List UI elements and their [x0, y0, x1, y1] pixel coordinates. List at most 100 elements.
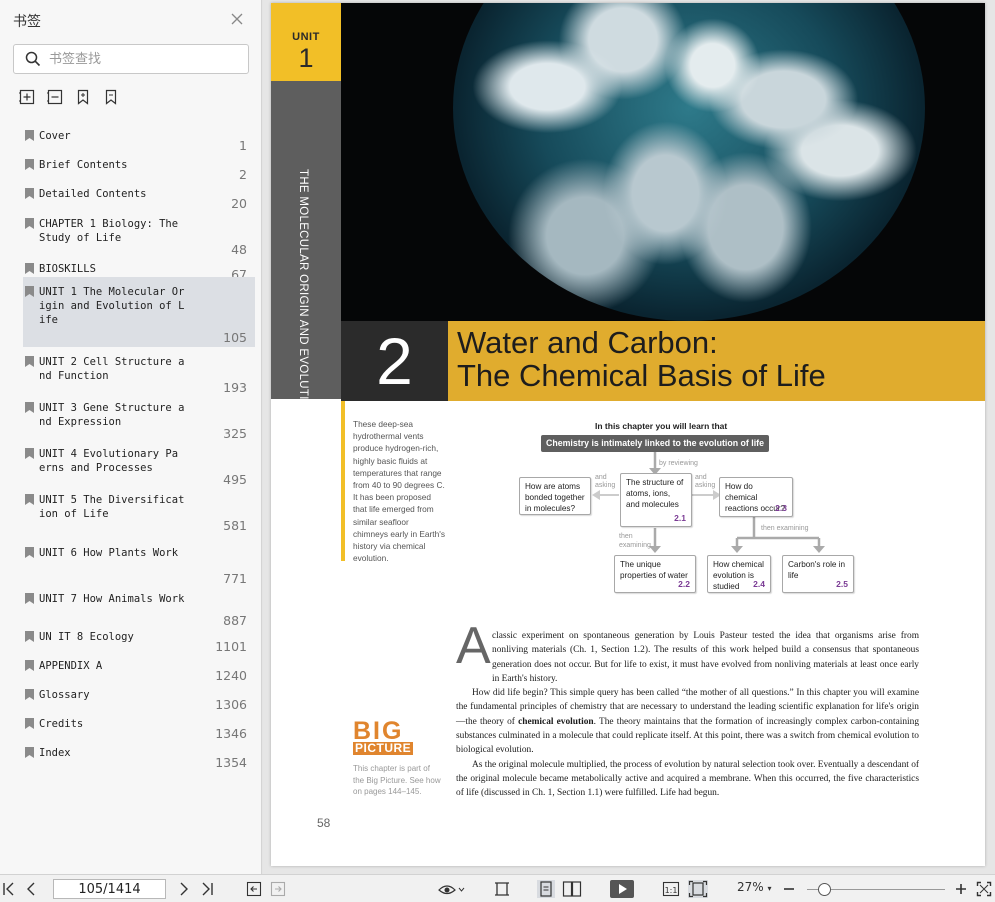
- bookmark-page: 20: [231, 196, 247, 211]
- paragraph-1: classic experiment on spontaneous genera…: [492, 631, 919, 684]
- bookmark-item[interactable]: UNIT 1 The Molecular Origin and Evolutio…: [23, 277, 255, 347]
- bookmark-item[interactable]: Glossary 1306: [23, 688, 255, 714]
- concept-box-text: The unique properties of water: [620, 560, 688, 580]
- big-picture-note: This chapter is part of the Big Picture.…: [353, 764, 441, 796]
- bookmark-page: 193: [223, 380, 247, 395]
- bookmark-flag-icon: [25, 130, 34, 141]
- bookmark-page: 581: [223, 518, 247, 533]
- bookmark-label: UNIT 6 How Plants Work: [39, 547, 179, 559]
- bookmark-flag-icon: [25, 263, 34, 274]
- link-then: then: [619, 533, 633, 540]
- link-then-examining: then examining: [761, 525, 809, 532]
- bookmark-page: 1354: [215, 755, 247, 770]
- last-page-icon[interactable]: [200, 880, 214, 898]
- bookmark-search-box[interactable]: [13, 44, 249, 74]
- bookmark-flag-icon: [25, 660, 34, 671]
- key-term: chemical evolution: [518, 716, 594, 727]
- fit-page-icon[interactable]: [688, 880, 708, 898]
- section-number: 2.3: [775, 503, 787, 513]
- bookmark-flag-icon: [25, 718, 34, 729]
- document-viewport[interactable]: UNIT 1 THE MOLECULAR ORIGIN AND EVOLUTIO…: [263, 0, 995, 874]
- fullscreen-icon[interactable]: [976, 880, 992, 898]
- concept-box-text: How are atoms bonded together in molecul…: [525, 482, 585, 513]
- zoom-level[interactable]: 27% ▾: [737, 880, 772, 894]
- concept-box-reactions: How do chemical reactions occur? 2.3: [719, 477, 793, 517]
- section-number: 2.4: [753, 579, 765, 589]
- zoom-slider-handle[interactable]: [818, 883, 831, 896]
- bookmark-item[interactable]: UN IT 8 Ecology 1101: [23, 630, 255, 656]
- bookmark-page: 1: [239, 138, 247, 153]
- expand-all-icon[interactable]: [19, 89, 35, 105]
- bookmark-item[interactable]: Index 1354: [23, 746, 255, 772]
- concept-box-text: Carbon's role in life: [788, 560, 846, 580]
- single-page-icon[interactable]: [537, 880, 555, 898]
- panel-title: 书签: [13, 14, 41, 30]
- bookmark-page: 2: [239, 167, 247, 182]
- search-icon: [25, 51, 41, 67]
- bookmark-item[interactable]: CHAPTER 1 Biology: The Study of Life 48: [23, 217, 255, 259]
- chevron-down-icon: ▾: [767, 884, 772, 893]
- bookmark-item[interactable]: UNIT 3 Gene Structure and Expression 325: [23, 401, 255, 443]
- bookmark-flag-icon: [25, 747, 34, 758]
- bookmark-page: 495: [223, 472, 247, 487]
- bookmark-label: UN IT 8 Ecology: [39, 631, 134, 643]
- bookmark-item[interactable]: APPENDIX A 1240: [23, 659, 255, 685]
- bookmark-label: CHAPTER 1 Biology: The Study of Life: [39, 218, 185, 244]
- bookmark-item[interactable]: Cover 1: [23, 129, 255, 155]
- bookmark-flag-icon: [25, 188, 34, 199]
- bookmark-item[interactable]: UNIT 2 Cell Structure and Function 193: [23, 355, 255, 397]
- forward-history-icon[interactable]: [270, 880, 286, 898]
- back-history-icon[interactable]: [246, 880, 262, 898]
- bookmark-label: UNIT 5 The Diversification of Life: [39, 494, 185, 520]
- bookmark-flag-icon: [25, 218, 34, 229]
- bookmark-label: Cover: [39, 130, 71, 142]
- bookmark-flag-icon: [25, 593, 34, 604]
- concept-map-connectors: [592, 452, 825, 553]
- bookmark-flag-icon: [25, 689, 34, 700]
- collapse-all-icon[interactable]: [47, 89, 63, 105]
- concept-box-water: The unique properties of water 2.2: [614, 555, 696, 593]
- bookmark-icon[interactable]: [103, 89, 119, 105]
- bookmark-search-input[interactable]: [49, 49, 239, 69]
- svg-text:1:1: 1:1: [665, 886, 678, 895]
- previous-page-icon[interactable]: [24, 880, 38, 898]
- link-by-reviewing: by reviewing: [659, 460, 698, 467]
- zoom-out-icon[interactable]: [782, 880, 796, 898]
- link-and-asking-left: and asking: [595, 474, 616, 489]
- close-icon[interactable]: [228, 10, 246, 28]
- bookmark-item[interactable]: Brief Contents 2: [23, 158, 255, 184]
- bookmark-flag-icon: [25, 402, 34, 413]
- eye-protection-icon[interactable]: [437, 880, 465, 898]
- bookmark-page: 887: [223, 613, 247, 628]
- bookmark-label: UNIT 1 The Molecular Origin and Evolutio…: [39, 286, 185, 326]
- concept-box-text: The structure of atoms, ions, and molecu…: [626, 478, 684, 509]
- actual-size-icon[interactable]: 1:1: [662, 880, 680, 898]
- add-bookmark-icon[interactable]: [75, 89, 91, 105]
- bookmark-label: Detailed Contents: [39, 188, 147, 200]
- bookmark-label: UNIT 2 Cell Structure and Function: [39, 356, 185, 382]
- section-number: 2.5: [836, 579, 848, 589]
- zoom-value: 27%: [737, 880, 764, 894]
- bookmark-item[interactable]: Credits 1346: [23, 717, 255, 743]
- bookmark-item[interactable]: UNIT 5 The Diversification of Life 581: [23, 493, 255, 535]
- bookmark-label: UNIT 7 How Animals Work: [39, 593, 185, 605]
- bookmark-flag-icon: [25, 448, 34, 459]
- bookmark-item[interactable]: UNIT 4 Evolutionary Pa erns and Processe…: [23, 447, 255, 489]
- bookmark-flag-icon: [25, 547, 34, 558]
- paragraph-3: As the original molecule multiplied, the…: [456, 759, 920, 799]
- first-page-icon[interactable]: [2, 880, 16, 898]
- bookmark-label: Glossary: [39, 689, 90, 701]
- fit-width-icon[interactable]: [493, 880, 511, 898]
- bookmark-item[interactable]: UNIT 6 How Plants Work 771: [23, 546, 255, 588]
- play-slideshow-icon[interactable]: [610, 880, 634, 898]
- bookmark-label: Index: [39, 747, 71, 759]
- double-page-icon[interactable]: [562, 880, 582, 898]
- next-page-icon[interactable]: [177, 880, 191, 898]
- big-picture-logo-picture: PICTURE: [353, 741, 414, 755]
- bookmark-item[interactable]: UNIT 7 How Animals Work 887: [23, 592, 255, 630]
- page-number-input[interactable]: [53, 879, 166, 899]
- bookmark-label: Credits: [39, 718, 84, 730]
- zoom-in-icon[interactable]: [954, 880, 968, 898]
- bookmark-flag-icon: [25, 159, 34, 170]
- bookmark-item[interactable]: Detailed Contents 20: [23, 187, 255, 213]
